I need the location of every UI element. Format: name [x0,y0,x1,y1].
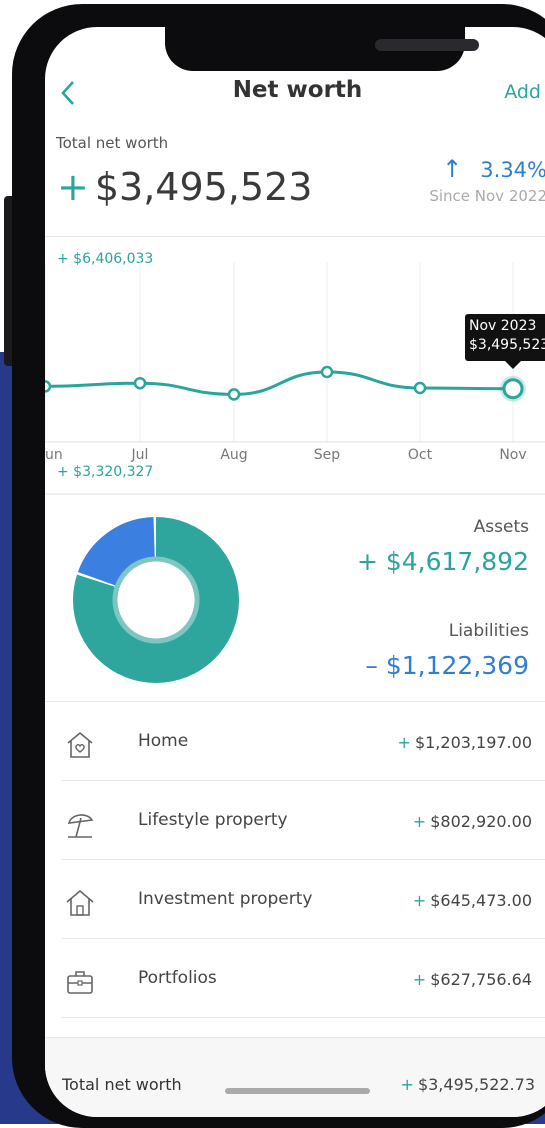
item-amount-value: $645,473.00 [430,891,532,910]
plus-sign: + [412,891,427,910]
house-icon [66,889,94,916]
item-amount: + $802,920.00 [413,812,532,831]
assets-value: + $4,617,892 [356,547,529,576]
x-tick-label: Jul [131,447,149,463]
item-name: Home [138,731,189,751]
data-point-jul[interactable] [133,376,147,390]
data-point-nov[interactable] [502,378,524,400]
donut-hole [112,556,200,644]
net-worth-amount: $3,495,523 [94,165,313,209]
assets-liabilities-donut-chart [73,517,239,683]
plus-sign: + [412,812,427,831]
phone-frame: Net worth Add Total net worth + $3,495,52… [12,4,545,1128]
divider [45,493,545,495]
total-footer: Total net worth + $3,495,522.73 [45,1037,545,1117]
arrow-up-icon: ↑ [442,155,463,183]
list-item-home[interactable]: Home + $1,203,197.00 [45,702,545,781]
x-tick-label: Aug [220,447,247,463]
item-name: Portfolios [138,968,217,988]
add-button[interactable]: Add [504,81,541,103]
net-worth-series-line [45,370,514,396]
list-item-lifestyle-property[interactable]: Lifestyle property + $802,920.00 [45,781,545,860]
total-net-worth-label: Total net worth [56,134,169,152]
divider [62,1017,545,1018]
page-title: Net worth [232,77,363,103]
since-date: Since Nov 2022 [429,187,545,205]
home-indicator[interactable] [225,1088,370,1094]
item-amount: + $645,473.00 [413,891,532,910]
item-amount: + $627,756.64 [413,970,532,989]
assets-label: Assets [473,517,529,537]
house-heart-icon [67,731,93,758]
divider [45,236,545,237]
liabilities-label: Liabilities [448,621,529,641]
total-net-worth-value: + $3,495,523 [57,165,312,209]
footer-amount: $3,495,522.73 [417,1075,535,1094]
list-item-investment-property[interactable]: Investment property + $645,473.00 [45,860,545,939]
change-percent-value: 3.34% [480,158,545,182]
x-tick-label: Nov [499,447,526,463]
beach-umbrella-icon [67,814,94,838]
list-item-portfolios[interactable]: Portfolios + $627,756.64 [45,939,545,1018]
item-amount-value: $1,203,197.00 [414,733,532,752]
plus-sign: + [400,1075,414,1094]
plus-sign: + [57,165,89,209]
x-tick-label: Oct [408,447,433,463]
data-point-aug[interactable] [227,388,241,401]
footer-label: Total net worth [62,1075,182,1094]
item-amount-value: $802,920.00 [430,812,532,831]
phone-screen: Net worth Add Total net worth + $3,495,52… [45,27,545,1117]
notch [165,27,479,71]
speaker [375,39,479,51]
plus-sign: + [397,733,411,752]
plus-sign: + [412,970,427,989]
chart-tooltip: Nov 2023 $3,495,523 [465,314,545,369]
item-name: Lifestyle property [138,810,288,830]
briefcase-icon [67,971,93,994]
x-tick-label: Sep [314,447,341,463]
x-tick-label: un [45,447,63,463]
data-point-oct[interactable] [413,381,427,395]
data-point-sep[interactable] [320,365,334,379]
chart-min-label: + $3,320,327 [57,464,154,480]
item-amount: + $1,203,197.00 [398,733,532,752]
liabilities-value: – $1,122,369 [365,651,529,680]
tooltip-month: Nov 2023 [469,318,537,334]
item-amount-value: $627,756.64 [430,970,532,989]
footer-value: + $3,495,522.73 [401,1075,535,1094]
data-point-jun[interactable] [45,380,52,393]
item-name: Investment property [138,889,313,909]
change-percent: ↑ 3.34% [442,155,545,183]
tooltip-value: $3,495,523 [469,337,545,353]
